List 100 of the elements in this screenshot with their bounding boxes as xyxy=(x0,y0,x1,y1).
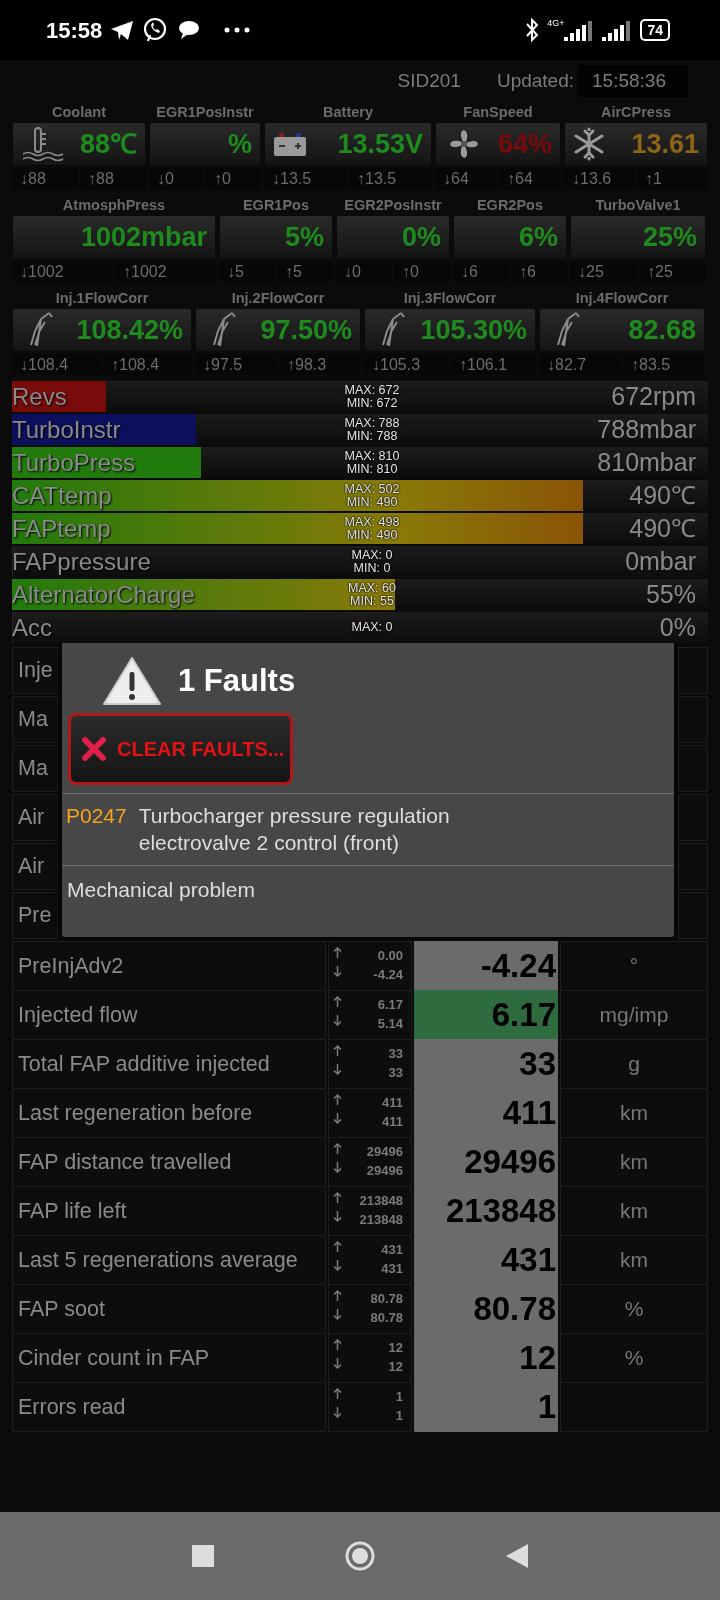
bar-value: 810mbar xyxy=(597,446,697,478)
bar-label: FAPtemp xyxy=(12,513,112,544)
up-arrow-icon xyxy=(333,946,342,958)
unit-cell: km xyxy=(560,1088,708,1138)
max-value: 213848 xyxy=(359,1191,403,1210)
gauge-value: 97.50% xyxy=(260,313,352,347)
row-label: FAP distance travelled xyxy=(17,1148,232,1176)
gauge-label: Inj.2FlowCorr xyxy=(230,289,326,308)
unit-cell: km xyxy=(560,1186,708,1236)
down-arrow-icon xyxy=(333,1357,342,1369)
unit-cell: ° xyxy=(560,941,708,991)
gauge-value: 25% xyxy=(642,220,697,254)
up-arrow-icon xyxy=(333,1240,342,1252)
bar-label: AlternatorCharge xyxy=(12,579,196,610)
dialog-title: 1 Faults xyxy=(178,661,296,700)
bar-label: Revs xyxy=(12,381,68,412)
bar-value: 55% xyxy=(645,578,697,610)
max-value: ↑106.1 xyxy=(451,354,536,375)
down-arrow-icon xyxy=(333,965,342,977)
row-label: Total FAP additive injected xyxy=(17,1050,270,1078)
down-arrow-icon xyxy=(333,1161,342,1173)
max-value: 80.78 xyxy=(370,1289,403,1308)
min-value: ↓13.6 xyxy=(564,168,635,189)
bar-value: 672rpm xyxy=(611,380,697,412)
bar-label: TurboInstr xyxy=(12,414,122,445)
value-cell: 1 xyxy=(414,1382,558,1432)
min-value: ↓1002 xyxy=(12,261,113,282)
unit-cell: km xyxy=(560,1137,708,1187)
max-reading: MAX: 672 xyxy=(343,384,401,397)
row-label: Cinder count in FAP xyxy=(17,1344,210,1372)
gauge-value: 82.68 xyxy=(628,313,696,347)
max-value: ↑13.5 xyxy=(349,168,432,189)
min-value: 1 xyxy=(395,1406,403,1425)
min-value: ↓64 xyxy=(435,168,497,189)
min-value: ↓82.7 xyxy=(539,354,621,375)
up-arrow-icon xyxy=(333,995,342,1007)
bar-value: 0% xyxy=(659,611,697,643)
value-cell: 431 xyxy=(414,1235,558,1285)
signal-icon xyxy=(602,19,633,41)
thermometer-icon xyxy=(21,126,65,162)
gauge-label: Inj.4FlowCorr xyxy=(574,289,670,308)
row-label: Errors read xyxy=(17,1393,126,1421)
fault-code: P0247 xyxy=(66,803,127,829)
min-value: ↓25 xyxy=(570,261,637,282)
gauge-value: 1002mbar xyxy=(80,220,207,254)
row-label: FAP life left xyxy=(17,1197,127,1225)
value-cell: 29496 xyxy=(414,1137,558,1187)
gauge-label: Coolant xyxy=(51,103,107,122)
min-value: ↓0 xyxy=(149,168,204,189)
back-icon[interactable] xyxy=(506,1544,528,1568)
min-value: ↓13.5 xyxy=(264,168,347,189)
clear-faults-button[interactable]: CLEAR FAULTS... xyxy=(68,713,294,785)
max-value: ↑6 xyxy=(511,261,567,282)
min-value: ↓0 xyxy=(336,261,392,282)
paper-plane-icon xyxy=(110,19,135,41)
min-value: 5.14 xyxy=(377,1014,403,1033)
value-cell: 411 xyxy=(414,1088,558,1138)
min-reading: MIN: 788 xyxy=(345,429,399,442)
max-value: ↑1 xyxy=(637,168,708,189)
fault-description: Turbocharger pressure regulation electrovalve 2 control (front) xyxy=(138,803,451,857)
down-arrow-icon xyxy=(333,1112,342,1124)
updated-time: 15:58:36 xyxy=(578,64,688,98)
row-label: Inje xyxy=(17,657,53,685)
gauge-label: AtmosphPress xyxy=(61,196,167,215)
value-cell: -4.24 xyxy=(414,941,558,991)
max-reading: MAX: 502 xyxy=(343,483,401,496)
up-arrow-icon xyxy=(333,1142,342,1154)
home-icon[interactable] xyxy=(344,1540,376,1572)
gauge-label: Inj.3FlowCorr xyxy=(402,289,498,308)
max-reading: MAX: 498 xyxy=(343,516,401,529)
gauge-label: EGR2Pos xyxy=(475,196,545,215)
clock: 15:58 xyxy=(46,16,103,45)
max-value: ↑64 xyxy=(499,168,561,189)
min-reading: MIN: 55 xyxy=(349,594,395,607)
updated-label: Updated: xyxy=(496,68,575,93)
gauge-label: EGR1Pos xyxy=(241,196,311,215)
down-arrow-icon xyxy=(333,1308,342,1320)
bar-value: 0mbar xyxy=(625,545,697,577)
row-label: Ma xyxy=(17,755,48,783)
bar-label: Acc xyxy=(12,612,53,643)
min-reading: MIN: 490 xyxy=(345,495,399,508)
down-arrow-icon xyxy=(333,1406,342,1418)
up-arrow-icon xyxy=(333,1338,342,1350)
gauge-label: Battery xyxy=(322,103,374,122)
gauge-value: 0% xyxy=(401,220,441,254)
min-value: 12 xyxy=(388,1357,403,1376)
gauge-label: Inj.1FlowCorr xyxy=(54,289,150,308)
min-reading: MIN: 490 xyxy=(345,528,399,541)
max-value: 411 xyxy=(382,1093,403,1112)
gauge-label: EGR1PosInstr xyxy=(155,103,255,122)
up-arrow-icon xyxy=(333,1387,342,1399)
min-value: ↓6 xyxy=(453,261,509,282)
value-cell: 80.78 xyxy=(414,1284,558,1334)
row-label: Last regeneration before xyxy=(17,1099,253,1127)
value-cell: 6.17 xyxy=(414,990,558,1040)
gauge-label: FanSpeed xyxy=(462,103,534,122)
row-label: Air xyxy=(17,853,45,881)
max-reading: MAX: 0 xyxy=(350,549,394,562)
min-reading: MIN: 0 xyxy=(352,561,392,574)
gauge-value: 88℃ xyxy=(79,127,137,161)
